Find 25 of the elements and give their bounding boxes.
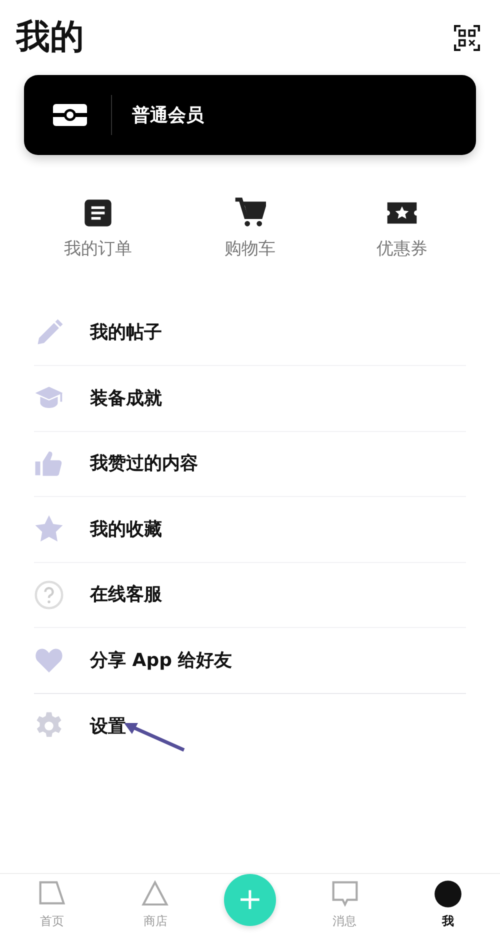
menu-item[interactable]: 我赞过的内容 xyxy=(34,432,466,497)
cart-icon xyxy=(234,197,266,229)
help-icon xyxy=(34,580,64,610)
menu-item[interactable]: 我的收藏 xyxy=(34,497,466,562)
quick-action-button[interactable]: 优惠券 xyxy=(347,197,457,262)
menu-item[interactable]: 分享 App 给好友 xyxy=(34,628,466,694)
qr-code-icon[interactable] xyxy=(454,24,480,50)
card-icon xyxy=(53,104,87,126)
menu-item[interactable]: 在线客服 xyxy=(34,562,466,628)
member-card[interactable]: 普通会员 xyxy=(24,75,476,155)
page-title: 我的 xyxy=(16,16,84,59)
speech-bubble-icon xyxy=(330,880,359,908)
thumbs-up-icon xyxy=(34,448,64,479)
avatar-icon xyxy=(434,880,462,908)
trapezoid-icon xyxy=(38,880,66,908)
document-icon xyxy=(82,197,114,229)
menu-item[interactable]: 设置 xyxy=(34,694,466,759)
menu-item[interactable]: 我的帖子 xyxy=(34,300,466,366)
star-icon xyxy=(34,514,64,544)
triangle-icon xyxy=(141,880,170,908)
quick-action-button[interactable]: 购物车 xyxy=(195,197,305,262)
nav-tab[interactable]: 我 xyxy=(413,880,484,930)
menu-item[interactable]: 装备成就 xyxy=(34,366,466,432)
quick-action-button[interactable]: 我的订单 xyxy=(43,197,153,262)
membership-label: 普通会员 xyxy=(132,104,204,128)
